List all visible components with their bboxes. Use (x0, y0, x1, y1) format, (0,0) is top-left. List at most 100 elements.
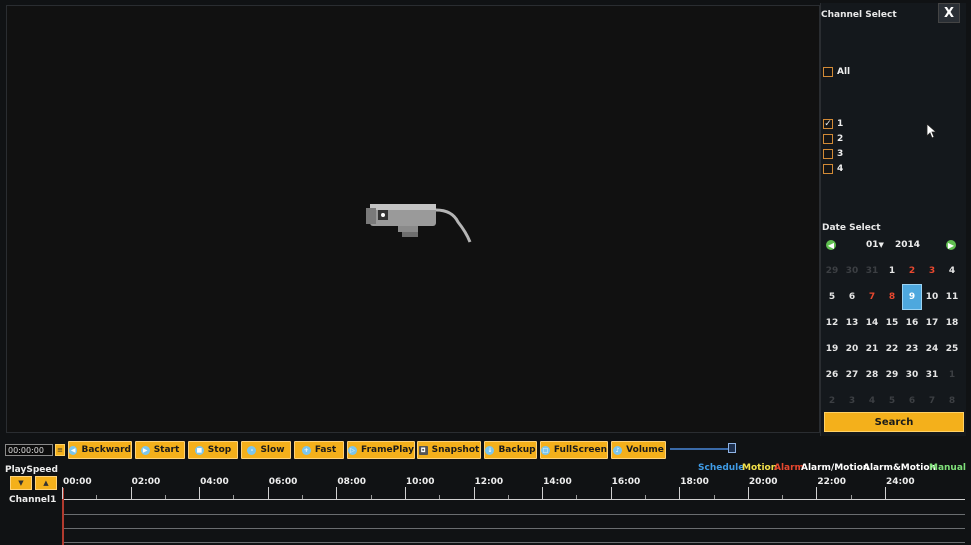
timeline-track-line (62, 542, 965, 543)
calendar-day[interactable]: 3 (842, 388, 862, 414)
fast-button[interactable]: + Fast (294, 441, 344, 459)
calendar-day[interactable]: 24 (922, 336, 942, 362)
search-button[interactable]: Search (824, 412, 964, 432)
backup-button[interactable]: ↓ Backup (484, 441, 537, 459)
month-dropdown[interactable]: 01▼ (866, 240, 884, 250)
calendar-day[interactable]: 13 (842, 310, 862, 336)
calendar-day[interactable]: 8 (942, 388, 962, 414)
calendar-day[interactable]: 20 (842, 336, 862, 362)
calendar-day[interactable]: 25 (942, 336, 962, 362)
calendar-day[interactable]: 1 (882, 258, 902, 284)
checkbox-label: 1 (837, 119, 844, 129)
start-button[interactable]: ▶ Start (135, 441, 185, 459)
calendar-day[interactable]: 4 (942, 258, 962, 284)
time-stepper-icon[interactable]: ≡ (55, 444, 65, 456)
calendar-day[interactable]: 7 (922, 388, 942, 414)
volume-button[interactable]: ♪ Volume (611, 441, 666, 459)
snapshot-button[interactable]: ◘ Snapshot (417, 441, 481, 459)
slow-icon: - (247, 445, 257, 455)
calendar-day[interactable]: 14 (862, 310, 882, 336)
frameplay-icon: ▷ (348, 445, 358, 455)
timeline-minor-tick (782, 495, 784, 499)
calendar-day[interactable]: 29 (822, 258, 842, 284)
calendar-day[interactable]: 26 (822, 362, 842, 388)
calendar-day[interactable]: 28 (862, 362, 882, 388)
next-month-arrow-icon[interactable]: ▶ (946, 240, 956, 250)
calendar-day[interactable]: 2 (902, 258, 922, 284)
channel-1-checkbox[interactable]: ✓ 1 (823, 119, 843, 129)
timeline-minor-tick (576, 495, 578, 499)
calendar-day[interactable]: 6 (842, 284, 862, 310)
timeline-tick-label: 20:00 (748, 477, 778, 487)
calendar-day[interactable]: 27 (842, 362, 862, 388)
channel-2-checkbox[interactable]: 2 (823, 134, 843, 144)
volume-slider-track[interactable] (670, 448, 732, 450)
timeline-minor-tick (164, 495, 166, 499)
timeline-minor-tick (96, 495, 98, 499)
calendar-day[interactable]: 10 (922, 284, 942, 310)
timeline-channel-label: Channel1 (9, 495, 57, 505)
calendar-day[interactable]: 6 (902, 388, 922, 414)
slow-button[interactable]: - Slow (241, 441, 291, 459)
calendar-day[interactable]: 1 (942, 362, 962, 388)
calendar-day[interactable]: 31 (922, 362, 942, 388)
calendar-day[interactable]: 18 (942, 310, 962, 336)
button-label: Volume (626, 445, 664, 455)
timeline-major-tick (610, 487, 612, 499)
calendar-day[interactable]: 31 (862, 258, 882, 284)
calendar-day[interactable]: 19 (822, 336, 842, 362)
timeline[interactable]: 00:00 02:00 04:00 06:00 08:00 10:00 12:00 14:00… (62, 474, 965, 545)
video-playback-area[interactable] (6, 5, 820, 433)
calendar-day[interactable]: 16 (902, 310, 922, 336)
calendar-day[interactable]: 21 (862, 336, 882, 362)
calendar-day[interactable]: 12 (822, 310, 842, 336)
checkbox-label: All (837, 67, 851, 77)
timeline-minor-tick (713, 495, 715, 499)
calendar-day[interactable]: 7 (862, 284, 882, 310)
timeline-tick-label: 14:00 (543, 477, 572, 487)
checkbox-box (823, 164, 833, 174)
calendar-day[interactable]: 2 (822, 388, 842, 414)
calendar-day[interactable]: 5 (882, 388, 902, 414)
timeline-tick-label: 16:00 (611, 477, 641, 487)
stop-icon: ■ (194, 445, 204, 455)
timeline-major-tick (199, 487, 201, 499)
playspeed-up-button[interactable]: ▲ (35, 476, 57, 490)
button-label: Stop (207, 445, 232, 455)
camera-snapshot-icon: ◘ (418, 445, 428, 455)
calendar-day[interactable]: 11 (942, 284, 962, 310)
calendar-day[interactable]: 8 (882, 284, 902, 310)
prev-month-arrow-icon[interactable]: ◀ (826, 240, 836, 250)
close-button[interactable]: X (938, 3, 960, 23)
calendar-day[interactable]: 29 (882, 362, 902, 388)
calendar-day[interactable]: 4 (862, 388, 882, 414)
year-value[interactable]: 2014 (895, 240, 920, 250)
calendar-day[interactable]: 17 (922, 310, 942, 336)
timeline-major-tick (62, 487, 63, 499)
backward-button[interactable]: ◀ Backward (68, 441, 132, 459)
calendar-day[interactable]: 22 (882, 336, 902, 362)
timeline-section: PlaySpeed ▼ ▲ Schedule Motion Alarm Alar… (0, 462, 971, 545)
calendar-day[interactable]: 30 (842, 258, 862, 284)
calendar-grid: 29 30 31 1 2 3 4 5 6 7 8 9 10 11 12 13 14 15 16 17 18 19 20 21 2… (822, 258, 964, 414)
timeline-axis (62, 499, 965, 500)
calendar-day[interactable]: 5 (822, 284, 842, 310)
stop-button[interactable]: ■ Stop (188, 441, 238, 459)
channel-4-checkbox[interactable]: 4 (823, 164, 843, 174)
calendar-day-selected[interactable]: 9 (902, 284, 922, 310)
calendar-day[interactable]: 3 (922, 258, 942, 284)
calendar-day[interactable]: 30 (902, 362, 922, 388)
channel-3-checkbox[interactable]: 3 (823, 149, 843, 159)
checkbox-box (823, 149, 833, 159)
playspeed-down-button[interactable]: ▼ (10, 476, 32, 490)
time-input[interactable]: 00:00:00 (5, 444, 53, 456)
calendar-day[interactable]: 15 (882, 310, 902, 336)
frameplay-button[interactable]: ▷ FramePlay (347, 441, 415, 459)
calendar-week-row: 5 6 7 8 9 10 11 (822, 284, 964, 310)
fullscreen-button[interactable]: □ FullScreen (540, 441, 608, 459)
calendar-day[interactable]: 23 (902, 336, 922, 362)
calendar-week-row: 19 20 21 22 23 24 25 (822, 336, 964, 362)
channel-all-checkbox[interactable]: All (823, 67, 850, 77)
volume-slider-handle[interactable] (728, 443, 736, 453)
timeline-tick-label: 10:00 (405, 477, 435, 487)
